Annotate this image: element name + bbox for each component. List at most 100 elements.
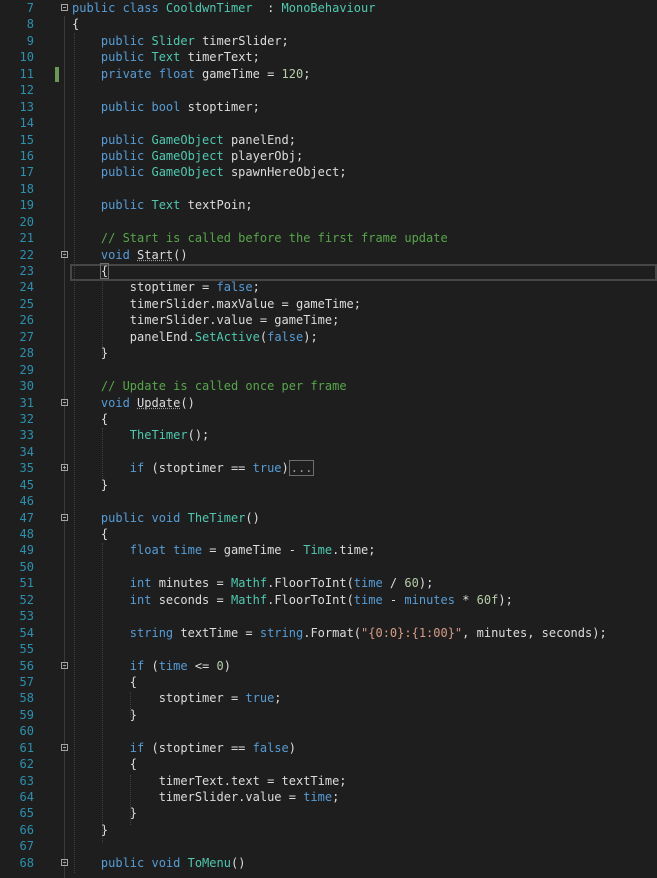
code-line[interactable]: 26 timerSlider.value = gameTime; bbox=[0, 312, 657, 328]
code-line[interactable]: 46 bbox=[0, 493, 657, 509]
code-line[interactable]: 11 private float gameTime = 120; bbox=[0, 66, 657, 82]
code-line[interactable]: 47 public void TheTimer() bbox=[0, 510, 657, 526]
code-line[interactable]: 17 public GameObject spawnHereObject; bbox=[0, 164, 657, 180]
code-line[interactable]: 28 } bbox=[0, 345, 657, 361]
code-token: public bbox=[100, 165, 152, 180]
code-line[interactable]: 19 public Text textPoin; bbox=[0, 197, 657, 213]
code-token: public bbox=[100, 33, 152, 48]
code-line[interactable]: 25 timerSlider.maxValue = gameTime; bbox=[0, 296, 657, 312]
code-line[interactable]: 10 public Text timerText; bbox=[0, 49, 657, 65]
code-token: ToMenu bbox=[187, 855, 231, 870]
code-token: void bbox=[100, 247, 138, 262]
collapse-box-icon[interactable] bbox=[61, 398, 68, 406]
code-line[interactable]: 63 timerText.text = textTime; bbox=[0, 773, 657, 789]
code-token: { bbox=[72, 757, 138, 772]
code-line[interactable]: 13 public bool stoptimer; bbox=[0, 99, 657, 115]
code-line[interactable]: 52 int seconds = Mathf.FloorToInt(time -… bbox=[0, 592, 657, 608]
code-line[interactable]: 62 { bbox=[0, 756, 657, 772]
line-number: 57 bbox=[19, 674, 34, 689]
code-line[interactable]: 61 if (stoptimer == false) bbox=[0, 740, 657, 756]
code-line[interactable]: 45 } bbox=[0, 477, 657, 493]
code-lines: 7 public class CooldwnTimer : MonoBehavio… bbox=[0, 0, 657, 871]
code-token: minutes bbox=[404, 592, 455, 607]
code-line[interactable]: 20 bbox=[0, 214, 657, 230]
code-line[interactable]: 51 int minutes = Mathf.FloorToInt(time /… bbox=[0, 575, 657, 591]
code-line[interactable]: 21 // Start is called before the first f… bbox=[0, 230, 657, 246]
code-line[interactable]: 57 { bbox=[0, 674, 657, 690]
code-line[interactable]: 30 // Update is called once per frame bbox=[0, 378, 657, 394]
collapse-box-icon[interactable] bbox=[61, 513, 68, 521]
code-text: } bbox=[72, 477, 108, 493]
code-text: string textTime = string.Format("{0:0}:{… bbox=[72, 625, 607, 641]
code-line[interactable]: 53 bbox=[0, 608, 657, 624]
collapse-box-icon[interactable] bbox=[61, 661, 68, 669]
line-number: 63 bbox=[19, 773, 34, 788]
code-line[interactable]: 58 stoptimer = true; bbox=[0, 690, 657, 706]
code-line[interactable]: 12 bbox=[0, 82, 657, 98]
code-line[interactable]: 33 TheTimer(); bbox=[0, 427, 657, 443]
code-line[interactable]: 60 bbox=[0, 723, 657, 739]
code-line[interactable]: 35 if (stoptimer == true)... bbox=[0, 460, 657, 477]
code-line[interactable]: 66 } bbox=[0, 822, 657, 838]
code-token: () bbox=[230, 855, 246, 870]
line-number: 58 bbox=[19, 691, 34, 706]
code-line[interactable]: 8{ bbox=[0, 16, 657, 32]
collapse-box-icon[interactable] bbox=[61, 743, 68, 751]
code-line[interactable]: 27 panelEnd.SetActive(false); bbox=[0, 329, 657, 345]
code-line[interactable]: 14 bbox=[0, 115, 657, 131]
code-token: Time bbox=[303, 543, 333, 558]
code-line[interactable]: 34 bbox=[0, 444, 657, 460]
code-token: timerText.text = textTime; bbox=[72, 773, 347, 788]
code-line[interactable]: 59 } bbox=[0, 707, 657, 723]
code-token: void bbox=[100, 395, 138, 410]
code-line[interactable]: 67 bbox=[0, 838, 657, 854]
line-number: 56 bbox=[19, 658, 34, 673]
code-line[interactable]: 50 bbox=[0, 559, 657, 575]
code-line[interactable]: 32 { bbox=[0, 411, 657, 427]
code-line[interactable]: 29 bbox=[0, 362, 657, 378]
collapse-box-icon[interactable] bbox=[61, 4, 68, 11]
code-editor[interactable]: 7 public class CooldwnTimer : MonoBehavio… bbox=[0, 0, 657, 878]
code-token: int bbox=[129, 592, 152, 607]
code-token: public bbox=[100, 132, 152, 147]
code-line[interactable]: 15 public GameObject panelEnd; bbox=[0, 132, 657, 148]
collapse-box-icon[interactable] bbox=[61, 858, 68, 866]
code-line[interactable]: 68 public void ToMenu() bbox=[0, 855, 657, 871]
code-line[interactable]: 64 timerSlider.value = time; bbox=[0, 789, 657, 805]
line-number: 23 bbox=[19, 264, 34, 278]
code-line[interactable]: 23 { bbox=[0, 263, 657, 279]
code-token: } bbox=[72, 346, 109, 361]
code-line[interactable]: 31 void Update() bbox=[0, 395, 657, 411]
code-line[interactable]: 24 stoptimer = false; bbox=[0, 279, 657, 295]
code-line[interactable]: 55 bbox=[0, 641, 657, 657]
code-line[interactable]: 49 float time = gameTime - Time.time; bbox=[0, 542, 657, 558]
code-text: } bbox=[72, 345, 108, 361]
code-line[interactable]: 18 bbox=[0, 181, 657, 197]
collapsed-region-indicator[interactable]: ... bbox=[288, 460, 315, 477]
line-number: 19 bbox=[19, 198, 34, 213]
code-token: seconds = bbox=[151, 592, 231, 607]
collapse-box-icon[interactable] bbox=[61, 250, 68, 258]
line-number: 32 bbox=[19, 411, 34, 426]
code-text: public class CooldwnTimer : MonoBehaviou… bbox=[72, 0, 375, 16]
code-token: public void bbox=[100, 855, 188, 870]
code-token: * bbox=[454, 592, 477, 607]
code-token: () bbox=[245, 510, 260, 525]
line-number: 26 bbox=[19, 313, 34, 328]
line-number: 17 bbox=[19, 165, 34, 180]
code-line[interactable]: 16 public GameObject playerObj; bbox=[0, 148, 657, 164]
code-line[interactable]: 9 public Slider timerSlider; bbox=[0, 33, 657, 49]
code-line[interactable]: 65 } bbox=[0, 805, 657, 821]
code-line[interactable]: 22 void Start() bbox=[0, 247, 657, 263]
code-line[interactable]: 56 if (time <= 0) bbox=[0, 658, 657, 674]
expand-box-icon[interactable] bbox=[61, 464, 68, 472]
code-line[interactable]: 7 public class CooldwnTimer : MonoBehavio… bbox=[0, 0, 657, 16]
code-line[interactable]: 48 { bbox=[0, 526, 657, 542]
code-line[interactable]: 54 string textTime = string.Format("{0:0… bbox=[0, 625, 657, 641]
code-text: stoptimer = true; bbox=[72, 690, 282, 706]
line-number: 11 bbox=[19, 66, 34, 81]
